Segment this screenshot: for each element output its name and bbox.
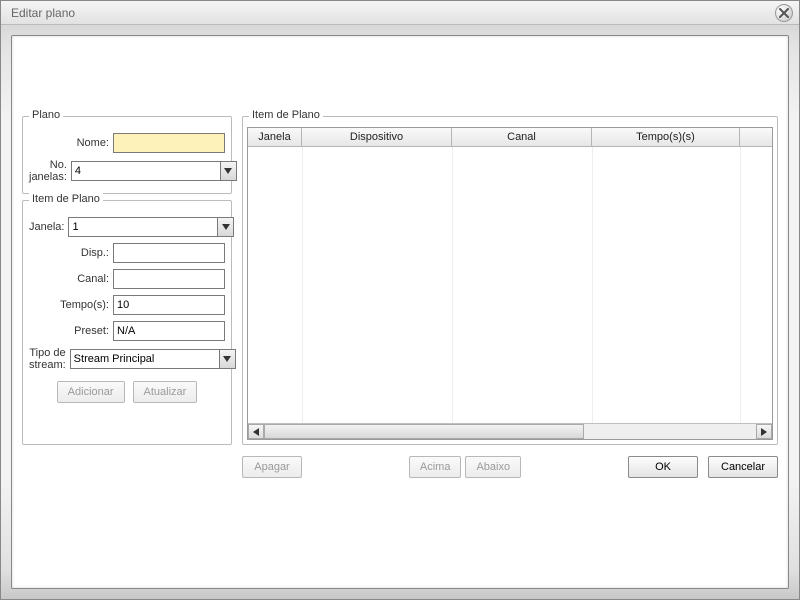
- janela-select[interactable]: [68, 217, 234, 237]
- label-canal: Canal:: [29, 273, 113, 285]
- th-canal[interactable]: Canal: [452, 128, 592, 146]
- nome-input[interactable]: [113, 133, 225, 153]
- th-extra[interactable]: [740, 128, 772, 146]
- janela-value[interactable]: [69, 218, 217, 236]
- scroll-track[interactable]: [264, 424, 756, 439]
- group-item: Item de Plano Janela: Disp.: Canal:: [22, 200, 232, 445]
- th-janela[interactable]: Janela: [248, 128, 302, 146]
- label-tipo-stream: Tipo de stream:: [29, 347, 70, 371]
- atualizar-button[interactable]: Atualizar: [133, 381, 198, 403]
- label-disp: Disp.:: [29, 247, 113, 259]
- titlebar: Editar plano: [1, 1, 799, 25]
- scroll-thumb[interactable]: [264, 424, 584, 439]
- tempo-input[interactable]: [113, 295, 225, 315]
- dialog-window: Editar plano Plano Nome: No. janelas:: [0, 0, 800, 600]
- chevron-down-icon[interactable]: [220, 162, 236, 180]
- group-table: Item de Plano Janela Dispositivo Canal T…: [242, 116, 778, 445]
- tipo-stream-select[interactable]: [70, 349, 236, 369]
- preset-input[interactable]: [113, 321, 225, 341]
- disp-input[interactable]: [113, 243, 225, 263]
- horizontal-scrollbar[interactable]: [248, 423, 772, 439]
- items-table: Janela Dispositivo Canal Tempo(s)(s): [247, 127, 773, 440]
- no-janelas-value[interactable]: [72, 162, 220, 180]
- th-dispositivo[interactable]: Dispositivo: [302, 128, 452, 146]
- acima-button[interactable]: Acima: [409, 456, 462, 478]
- group-plano: Plano Nome: No. janelas:: [22, 116, 232, 194]
- cancelar-button[interactable]: Cancelar: [708, 456, 778, 478]
- apagar-button[interactable]: Apagar: [242, 456, 302, 478]
- label-janela: Janela:: [29, 221, 68, 233]
- chevron-down-icon[interactable]: [217, 218, 233, 236]
- scroll-right-button[interactable]: [756, 424, 772, 439]
- group-plano-legend: Plano: [29, 109, 63, 121]
- inner-frame: Plano Nome: No. janelas:: [11, 35, 789, 589]
- canal-input[interactable]: [113, 269, 225, 289]
- table-header: Janela Dispositivo Canal Tempo(s)(s): [248, 128, 772, 147]
- close-icon: [779, 8, 789, 18]
- group-item-legend: Item de Plano: [29, 193, 103, 205]
- abaixo-button[interactable]: Abaixo: [465, 456, 521, 478]
- label-tempo: Tempo(s):: [29, 299, 113, 311]
- th-tempo[interactable]: Tempo(s)(s): [592, 128, 740, 146]
- no-janelas-select[interactable]: [71, 161, 237, 181]
- label-nome: Nome:: [29, 137, 113, 149]
- tipo-stream-value[interactable]: [71, 350, 219, 368]
- window-title: Editar plano: [11, 6, 75, 20]
- group-table-legend: Item de Plano: [249, 109, 323, 121]
- label-preset: Preset:: [29, 325, 113, 337]
- ok-button[interactable]: OK: [628, 456, 698, 478]
- label-no-janelas: No. janelas:: [29, 159, 71, 183]
- adicionar-button[interactable]: Adicionar: [57, 381, 125, 403]
- bottom-button-bar: Apagar Acima Abaixo OK Cancelar: [242, 456, 778, 478]
- close-button[interactable]: [775, 4, 793, 22]
- content-area: Plano Nome: No. janelas:: [22, 116, 778, 488]
- chevron-down-icon[interactable]: [219, 350, 235, 368]
- table-body: [248, 147, 772, 423]
- scroll-left-button[interactable]: [248, 424, 264, 439]
